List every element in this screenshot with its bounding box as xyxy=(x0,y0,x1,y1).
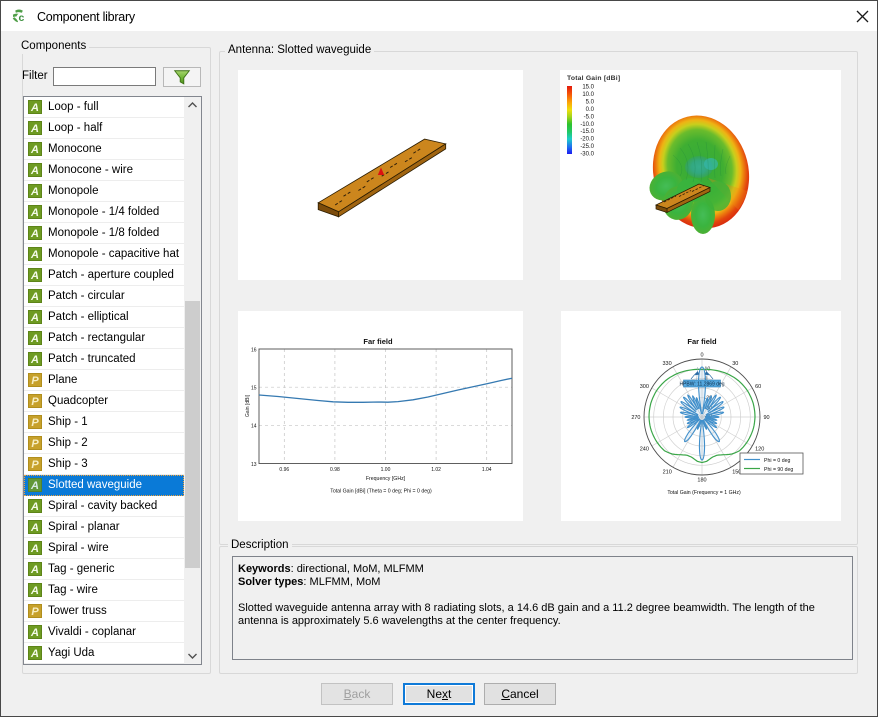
svg-text:Far field: Far field xyxy=(687,337,717,346)
svg-text:0.96: 0.96 xyxy=(279,467,289,473)
svg-text:Phi = 0 deg: Phi = 0 deg xyxy=(764,458,791,464)
svg-text:Total Gain (Frequency = 1 GHz): Total Gain (Frequency = 1 GHz) xyxy=(667,490,741,496)
svg-text:60: 60 xyxy=(755,384,761,390)
svg-text:Frequency [GHz]: Frequency [GHz] xyxy=(366,476,406,482)
svg-text:210: 210 xyxy=(663,469,672,475)
svg-text:330: 330 xyxy=(663,361,672,367)
svg-text:-5.0: -5.0 xyxy=(584,114,595,120)
svg-text:120: 120 xyxy=(755,446,764,452)
svg-text:Total Gain [dBi] (Theta = 0 de: Total Gain [dBi] (Theta = 0 deg; Phi = 0… xyxy=(330,489,432,495)
svg-text:0.98: 0.98 xyxy=(330,467,340,473)
svg-text:180: 180 xyxy=(697,478,706,484)
svg-text:300: 300 xyxy=(640,384,649,390)
svg-text:-20.0: -20.0 xyxy=(580,137,594,143)
svg-text:14: 14 xyxy=(251,424,257,430)
svg-text:1.00: 1.00 xyxy=(381,467,391,473)
svg-text:c: c xyxy=(18,12,24,24)
svg-text:16: 16 xyxy=(251,348,257,354)
svg-text:-25.0: -25.0 xyxy=(580,144,594,150)
svg-text:Far field: Far field xyxy=(363,337,393,346)
svg-text:0.0: 0.0 xyxy=(586,107,595,113)
svg-text:1.02: 1.02 xyxy=(431,467,441,473)
svg-text:15.0: 15.0 xyxy=(582,85,594,91)
svg-text:Total Gain [dBi]: Total Gain [dBi] xyxy=(567,75,620,82)
svg-text:-10.0: -10.0 xyxy=(580,122,594,128)
svg-text:-15.0: -15.0 xyxy=(580,129,594,135)
svg-text:1.04: 1.04 xyxy=(482,467,492,473)
svg-text:15: 15 xyxy=(251,385,257,391)
svg-text:0: 0 xyxy=(700,353,703,359)
svg-text:13: 13 xyxy=(251,462,257,468)
svg-text:30: 30 xyxy=(732,361,738,367)
svg-text:Gain [dBi]: Gain [dBi] xyxy=(245,394,251,417)
svg-text:HPBW: 11.2869 deg: HPBW: 11.2869 deg xyxy=(679,381,724,387)
svg-text:Phi = 90 deg: Phi = 90 deg xyxy=(764,467,793,473)
svg-text:90: 90 xyxy=(764,415,770,421)
svg-text:270: 270 xyxy=(631,415,640,421)
svg-text:5.0: 5.0 xyxy=(586,99,595,105)
svg-text:10.0: 10.0 xyxy=(582,92,594,98)
svg-text:-30.0: -30.0 xyxy=(580,152,594,158)
svg-text:240: 240 xyxy=(640,447,649,453)
